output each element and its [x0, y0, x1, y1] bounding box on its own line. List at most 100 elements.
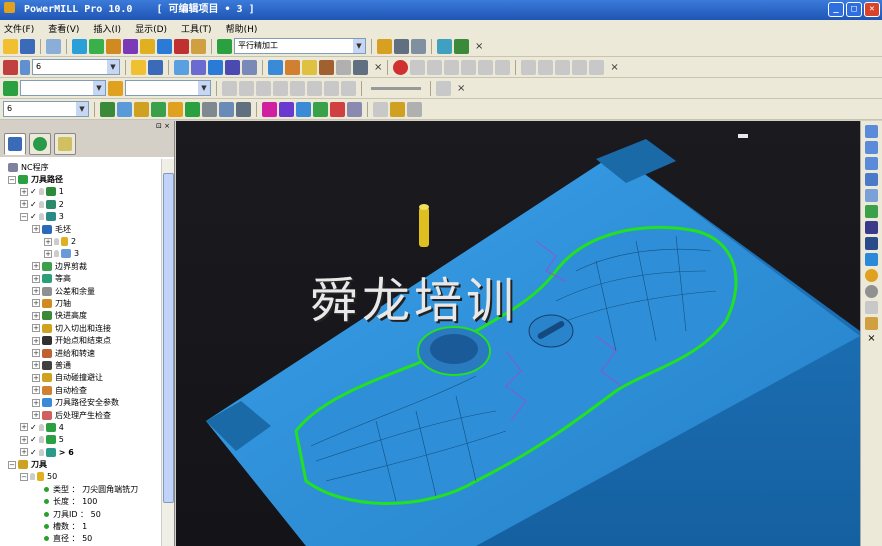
bulb-icon[interactable] [30, 473, 35, 481]
menu-help[interactable]: 帮助(H) [226, 22, 258, 35]
wave-icon[interactable] [296, 101, 311, 117]
fit-icon[interactable] [865, 221, 878, 234]
toolbar-close-icon[interactable]: × [610, 62, 618, 73]
toolpath-combo[interactable]: 6 ▼ [3, 101, 89, 117]
material-icon[interactable] [865, 269, 878, 282]
feature-icon[interactable] [157, 38, 172, 54]
tree-item-block[interactable]: + 毛坯 [0, 223, 160, 235]
tab-explorer[interactable] [4, 133, 26, 155]
select-icon[interactable] [174, 59, 189, 75]
tool-holder-icon[interactable] [3, 59, 18, 75]
expand-icon[interactable]: + [32, 336, 40, 345]
chevron-down-icon[interactable]: ▼ [76, 102, 88, 116]
arc-icon[interactable] [279, 101, 294, 117]
tree-item-tolerance[interactable]: + 公差和余量 [0, 285, 160, 297]
tree-item-general[interactable]: + 普通 [0, 359, 160, 371]
view-side-icon[interactable] [865, 141, 878, 154]
view-top-icon[interactable] [865, 157, 878, 170]
graphics-viewport[interactable]: 舜龙培训 [176, 121, 860, 546]
toolbar-close-icon[interactable]: × [457, 83, 465, 94]
view-j-icon[interactable] [572, 59, 588, 75]
tree-item-safety[interactable]: + 刀具路径安全参数 [0, 396, 160, 408]
tree-item-constant-z[interactable]: + 等高 [0, 273, 160, 285]
chevron-down-icon[interactable]: ▼ [93, 81, 105, 95]
collapse-icon[interactable]: − [8, 175, 16, 184]
check-icon[interactable] [330, 101, 345, 117]
fast-forward-icon[interactable] [307, 80, 322, 96]
step-forward-icon[interactable] [324, 80, 339, 96]
tree-item-nc-programs[interactable]: NC程序 [0, 161, 160, 173]
globe-view-icon[interactable] [865, 285, 878, 298]
expand-icon[interactable]: + [32, 262, 40, 271]
machine-icon[interactable] [411, 38, 426, 54]
step-back-icon[interactable] [256, 80, 271, 96]
rapid-move-icon[interactable] [89, 38, 104, 54]
pause-icon[interactable] [239, 80, 254, 96]
tree-item-boundary[interactable]: + 边界剪裁 [0, 260, 160, 272]
toolpath-strategy-icon[interactable] [217, 38, 232, 54]
expand-icon[interactable]: + [44, 237, 52, 246]
print-icon[interactable] [46, 38, 61, 54]
close-button[interactable]: ✕ [864, 2, 880, 17]
open-folder-icon[interactable] [3, 38, 18, 54]
verify-icon[interactable] [437, 38, 452, 54]
panel-header[interactable]: ⊡ × [0, 121, 174, 131]
bulb-icon[interactable] [38, 448, 44, 456]
tree-item-toolpath-2[interactable]: + ✓ 2 [0, 198, 160, 210]
expand-icon[interactable]: + [20, 187, 28, 196]
copy-icon[interactable] [202, 101, 217, 117]
tree-item-leads-links[interactable]: + 切入切出和连接 [0, 322, 160, 334]
expand-icon[interactable]: + [32, 398, 40, 407]
zoom-icon[interactable] [865, 189, 878, 202]
transform-edit-icon[interactable] [219, 101, 234, 117]
expand-icon[interactable]: + [32, 225, 40, 234]
open-icon[interactable] [131, 59, 146, 75]
toolpath-select-combo[interactable]: ▼ [20, 80, 106, 96]
chevron-down-icon[interactable]: ▼ [353, 39, 365, 53]
level-icon[interactable] [174, 38, 189, 54]
tree-item-post-check[interactable]: + 后处理产生检查 [0, 409, 160, 421]
minimize-button[interactable]: _ [828, 2, 844, 17]
collapse-icon[interactable]: − [20, 212, 28, 221]
dropdown-icon[interactable] [20, 59, 30, 75]
fast-rewind-icon[interactable] [290, 80, 305, 96]
pattern-icon[interactable] [140, 38, 155, 54]
collision-icon[interactable] [454, 38, 469, 54]
pick-icon[interactable] [865, 317, 878, 330]
cut-icon[interactable] [353, 59, 368, 75]
menu-insert[interactable]: 插入(I) [93, 22, 121, 35]
rewind-icon[interactable] [273, 80, 288, 96]
collapse-icon[interactable]: − [20, 472, 28, 481]
expand-icon[interactable]: + [32, 361, 40, 370]
view-f-icon[interactable] [495, 59, 511, 75]
menu-display[interactable]: 显示(D) [135, 22, 167, 35]
select-cursor-icon[interactable] [865, 301, 878, 314]
limit-icon[interactable] [134, 101, 149, 117]
expand-icon[interactable]: + [44, 249, 52, 258]
maximize-button[interactable]: □ [846, 2, 862, 17]
view-iso-icon[interactable] [865, 173, 878, 186]
bulb-icon[interactable] [38, 213, 44, 221]
nc-program-icon[interactable] [394, 38, 409, 54]
lead-icon[interactable] [262, 101, 277, 117]
edit-icon[interactable] [225, 59, 240, 75]
expand-icon[interactable]: + [32, 274, 40, 283]
expand-icon[interactable]: + [20, 200, 28, 209]
speed-slider[interactable] [371, 86, 421, 90]
toolbar-close-icon[interactable]: × [475, 41, 483, 52]
view-i-icon[interactable] [555, 59, 571, 75]
view-b-icon[interactable] [427, 59, 443, 75]
view-a-icon[interactable] [410, 59, 426, 75]
end-icon[interactable] [341, 80, 356, 96]
expand-icon[interactable]: + [32, 324, 40, 333]
view-h-icon[interactable] [538, 59, 554, 75]
pencil-icon[interactable] [285, 59, 300, 75]
tree-item-start-end[interactable]: + 开始点和结束点 [0, 334, 160, 346]
toolpath-icon[interactable] [3, 80, 18, 96]
tool-combo[interactable]: 6 ▼ [32, 59, 120, 75]
tree-item-toolpaths[interactable]: − 刀具路径 [0, 173, 160, 185]
strategy-combo[interactable]: 平行精加工 ▼ [234, 38, 366, 54]
view-e-icon[interactable] [478, 59, 494, 75]
record-icon[interactable] [393, 59, 409, 75]
view-k-icon[interactable] [589, 59, 605, 75]
